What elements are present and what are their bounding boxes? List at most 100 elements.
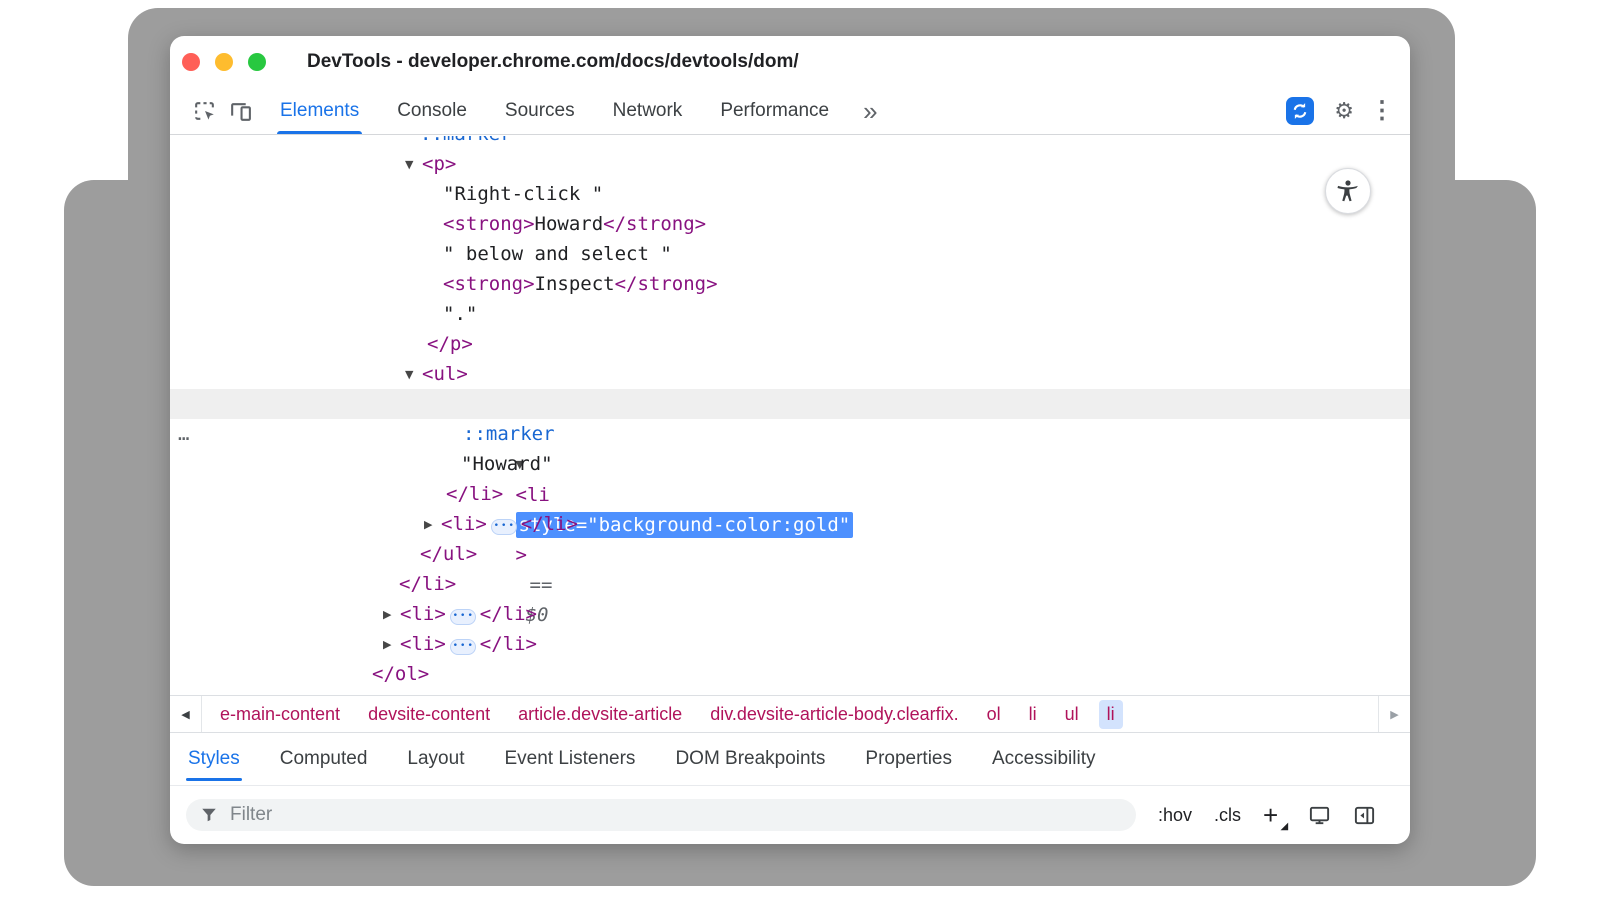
dom-tree-line[interactable]: </li>: [170, 569, 1410, 599]
tab-elements[interactable]: Elements: [280, 88, 359, 134]
breadcrumb-item[interactable]: div.devsite-article-body.clearfix.: [702, 700, 966, 729]
breadcrumb-item[interactable]: ol: [979, 700, 1009, 729]
breadcrumb-item-selected[interactable]: li: [1099, 700, 1123, 729]
tag-token: </li>: [480, 603, 537, 625]
dom-tree-line[interactable]: </p>: [170, 329, 1410, 359]
text-node: Howard: [535, 213, 604, 235]
collapse-arrow-icon[interactable]: ▶: [383, 630, 400, 660]
dom-tree-line[interactable]: </li>: [170, 479, 1410, 509]
rendering-button[interactable]: [1308, 804, 1331, 827]
sync-icon: [1286, 97, 1314, 125]
minimize-window-button[interactable]: [215, 53, 233, 71]
filter-funnel-icon: [200, 806, 218, 824]
dom-tree-panel: ::marker ▼<p> "Right-click " <strong>How…: [170, 136, 1410, 695]
dom-tree-line[interactable]: </ol>: [170, 659, 1410, 689]
toggle-hover-state-button[interactable]: :hov: [1158, 805, 1192, 826]
pseudo-element-label: ::marker: [420, 136, 512, 145]
tab-computed[interactable]: Computed: [280, 733, 368, 785]
tag-token: <strong>: [443, 213, 535, 235]
breadcrumb-scroll-left-icon[interactable]: ◀: [170, 696, 202, 732]
tab-dom-breakpoints[interactable]: DOM Breakpoints: [675, 733, 825, 785]
inspect-element-button[interactable]: [186, 88, 222, 134]
dom-tree-line[interactable]: ::marker: [170, 419, 1410, 449]
breadcrumb-bar: ◀ e-main-content devsite-content article…: [170, 695, 1410, 733]
new-style-rule-button[interactable]: +◢: [1263, 802, 1286, 828]
close-window-button[interactable]: [182, 53, 200, 71]
title-bar: DevTools - developer.chrome.com/docs/dev…: [170, 36, 1410, 88]
collapsed-content-ellipsis-icon[interactable]: •••: [450, 639, 476, 655]
expand-arrow-icon[interactable]: ▼: [405, 360, 422, 390]
tag-token: </p>: [427, 333, 473, 355]
tab-styles[interactable]: Styles: [188, 733, 240, 785]
tab-sources[interactable]: Sources: [505, 88, 575, 134]
settings-gear-icon[interactable]: ⚙: [1334, 100, 1354, 122]
collapsed-content-ellipsis-icon[interactable]: •••: [491, 519, 517, 535]
dom-tree-line[interactable]: ".": [170, 299, 1410, 329]
breadcrumb: e-main-content devsite-content article.d…: [202, 696, 1378, 732]
toolbar-right: ⚙ ⋮: [1282, 88, 1394, 134]
tag-token: </li>: [399, 573, 456, 595]
tag-token: <ul>: [422, 363, 468, 385]
breadcrumb-item[interactable]: article.devsite-article: [510, 700, 690, 729]
collapse-arrow-icon[interactable]: ▶: [383, 600, 400, 630]
tab-properties[interactable]: Properties: [865, 733, 952, 785]
tab-performance[interactable]: Performance: [720, 88, 829, 134]
more-tabs-icon[interactable]: »: [863, 88, 877, 134]
dom-tree-line[interactable]: "Howard": [170, 449, 1410, 479]
dom-tree-line[interactable]: </ul>: [170, 539, 1410, 569]
dom-tree-line[interactable]: <strong>Howard</strong>: [170, 209, 1410, 239]
dom-tree-line[interactable]: ▶<li>•••</li>: [170, 629, 1410, 659]
text-node: "Howard": [461, 453, 553, 475]
sidebar-pane-tabs: Styles Computed Layout Event Listeners D…: [170, 733, 1410, 785]
sidebar-toggle-icon: [1353, 804, 1376, 827]
dom-tree-lines: ::marker ▼<p> "Right-click " <strong>How…: [170, 136, 1410, 689]
tab-network[interactable]: Network: [613, 88, 683, 134]
sync-button[interactable]: [1282, 97, 1318, 125]
filter-input[interactable]: Filter: [186, 799, 1136, 831]
dom-tree-line[interactable]: ▼<p>: [170, 149, 1410, 179]
dom-tree-line[interactable]: ▶<li>•••</li>: [170, 509, 1410, 539]
styles-filter-bar: Filter :hov .cls +◢: [170, 785, 1410, 844]
accessibility-overlay-button[interactable]: [1325, 168, 1371, 214]
devtools-toolbar: Elements Console Sources Network Perform…: [170, 88, 1410, 135]
plus-icon: +: [1263, 800, 1278, 830]
dom-tree-line[interactable]: " below and select ": [170, 239, 1410, 269]
text-node: "Right-click ": [443, 183, 603, 205]
tag-token: </ol>: [372, 663, 429, 685]
dom-tree-line[interactable]: ▼<ul>: [170, 359, 1410, 389]
panel-tabs: Elements Console Sources Network Perform…: [280, 88, 829, 134]
dom-tree-line-selected[interactable]: … ▼ <li style="background-color:gold" > …: [170, 389, 1410, 419]
kebab-menu-icon[interactable]: ⋮: [1370, 99, 1394, 123]
dom-tree-line[interactable]: ▶<li>•••</li>: [170, 599, 1410, 629]
tab-layout[interactable]: Layout: [407, 733, 464, 785]
tab-accessibility[interactable]: Accessibility: [992, 733, 1095, 785]
dom-tree-line[interactable]: <strong>Inspect</strong>: [170, 269, 1410, 299]
screen-icon: [1308, 804, 1331, 827]
tab-event-listeners[interactable]: Event Listeners: [504, 733, 635, 785]
breadcrumb-scroll-right-icon[interactable]: ▶: [1378, 696, 1410, 732]
breadcrumb-item[interactable]: li: [1021, 700, 1045, 729]
dom-tree-line[interactable]: "Right-click ": [170, 179, 1410, 209]
tag-token: </li>: [521, 513, 578, 535]
expand-arrow-icon[interactable]: ▼: [405, 150, 422, 180]
filter-placeholder: Filter: [230, 804, 272, 826]
text-node: ".": [443, 303, 477, 325]
toggle-element-classes-button[interactable]: .cls: [1214, 805, 1241, 826]
tag-token: <li>: [400, 603, 446, 625]
pseudo-element-label: ::marker: [463, 423, 555, 445]
zoom-window-button[interactable]: [248, 53, 266, 71]
tag-token: </strong>: [603, 213, 706, 235]
collapsed-content-ellipsis-icon[interactable]: •••: [450, 609, 476, 625]
tag-token: <li>: [441, 513, 487, 535]
toggle-device-toolbar-button[interactable]: [222, 88, 258, 134]
breadcrumb-item[interactable]: e-main-content: [212, 700, 348, 729]
collapse-arrow-icon[interactable]: ▶: [424, 510, 441, 540]
tag-token: <li>: [400, 633, 446, 655]
plus-caret-icon: ◢: [1281, 822, 1289, 832]
breadcrumb-item[interactable]: ul: [1057, 700, 1087, 729]
breadcrumb-item[interactable]: devsite-content: [360, 700, 498, 729]
sidebar-toggle-button[interactable]: [1353, 804, 1376, 827]
tab-console[interactable]: Console: [397, 88, 467, 134]
text-node: Inspect: [535, 273, 615, 295]
dom-tree-line[interactable]: ::marker: [170, 136, 1410, 149]
